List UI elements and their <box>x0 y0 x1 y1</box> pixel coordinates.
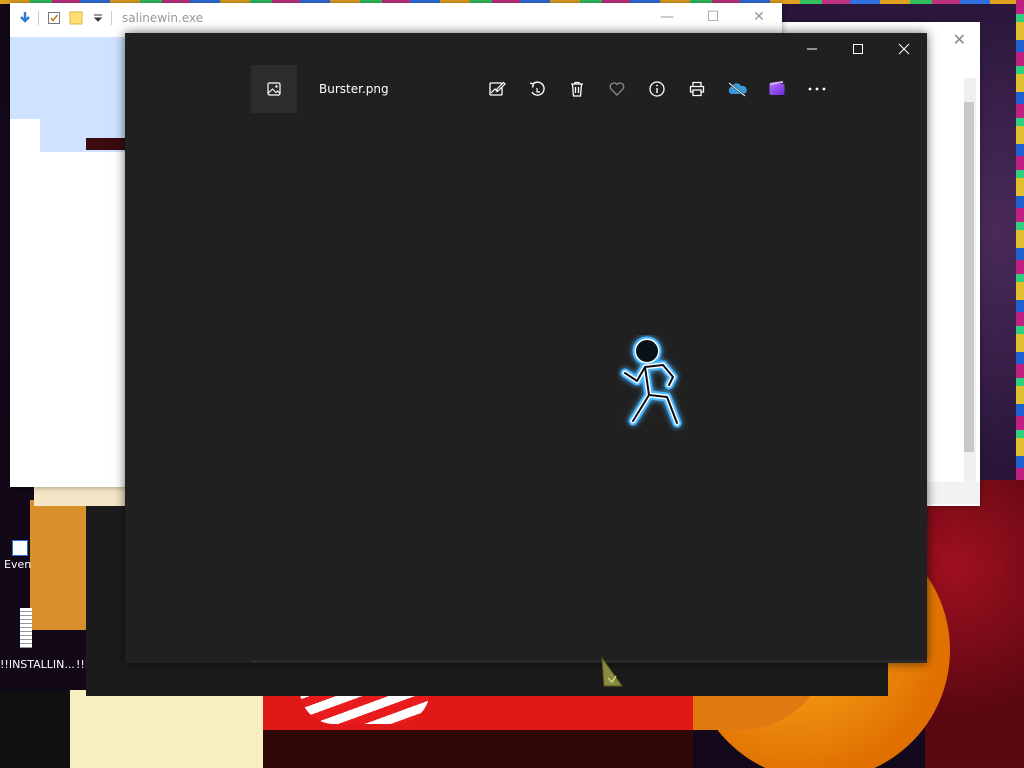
explorer-caption-buttons: — ☐ ✕ <box>644 3 782 33</box>
onedrive-icon <box>728 82 747 97</box>
delete-icon <box>571 81 583 97</box>
divider <box>38 11 39 25</box>
image-icon <box>267 82 281 96</box>
minimize-icon <box>807 48 817 50</box>
print-icon <box>689 81 705 97</box>
maximize-icon <box>853 44 863 54</box>
content-preview-fragment <box>10 119 40 153</box>
edit-create-button[interactable] <box>477 69 517 109</box>
scrollbar-thumb[interactable] <box>964 102 974 452</box>
maximize-button[interactable] <box>835 33 881 65</box>
onedrive-button[interactable] <box>717 69 757 109</box>
window-title: salinewin.exe <box>122 11 204 25</box>
info-button[interactable] <box>637 69 677 109</box>
photos-action-bar <box>477 65 837 113</box>
clipchamp-button[interactable] <box>757 69 797 109</box>
rotate-button[interactable] <box>517 69 557 109</box>
download-arrow-icon[interactable] <box>18 11 32 25</box>
glitch-cursor-icon <box>601 656 623 687</box>
photos-caption-buttons <box>789 33 927 65</box>
background-window-fragment <box>34 486 126 506</box>
favorite-button[interactable] <box>597 69 637 109</box>
file-name: Burster.png <box>319 82 389 96</box>
heart-icon <box>609 82 625 96</box>
desktop-icon-installing-1[interactable]: !!INSTALLIN... <box>0 608 75 671</box>
new-folder-icon[interactable] <box>69 11 83 25</box>
shortcut-icon <box>12 540 28 556</box>
more-button[interactable] <box>797 69 837 109</box>
chevron-down-icon[interactable] <box>91 11 105 25</box>
edit-create-icon <box>489 81 506 96</box>
wallpaper-cream-strip <box>70 690 265 768</box>
content-preview-fragment <box>86 138 126 150</box>
desktop-icon-label: !!INSTALLIN... <box>0 658 75 671</box>
close-button[interactable] <box>881 33 927 65</box>
properties-icon[interactable] <box>47 11 61 25</box>
photos-header: Burster.png <box>251 65 389 113</box>
rotate-icon <box>529 81 545 96</box>
photos-app-window[interactable]: Burster.png <box>125 33 927 663</box>
minimize-button[interactable]: — <box>644 3 690 33</box>
maximize-button[interactable]: ☐ <box>690 3 736 33</box>
delete-button[interactable] <box>557 69 597 109</box>
filmstrip-edge <box>251 660 927 663</box>
minimize-button[interactable] <box>789 33 835 65</box>
wallpaper-dark-band <box>263 730 693 768</box>
image-viewer-canvas[interactable] <box>125 113 927 663</box>
close-icon[interactable]: ✕ <box>953 30 966 49</box>
document-icon <box>20 608 32 648</box>
burster-walking-figure-image <box>620 336 682 428</box>
clipchamp-icon <box>769 81 785 95</box>
divider <box>111 11 112 25</box>
close-icon <box>898 43 910 55</box>
desktop-icon-event[interactable]: Even <box>4 540 56 571</box>
view-all-photos-button[interactable] <box>251 65 297 113</box>
close-button[interactable]: ✕ <box>736 3 782 33</box>
print-button[interactable] <box>677 69 717 109</box>
info-icon <box>649 81 665 97</box>
more-icon <box>808 87 826 91</box>
desktop-icon-label: Even <box>4 558 32 571</box>
